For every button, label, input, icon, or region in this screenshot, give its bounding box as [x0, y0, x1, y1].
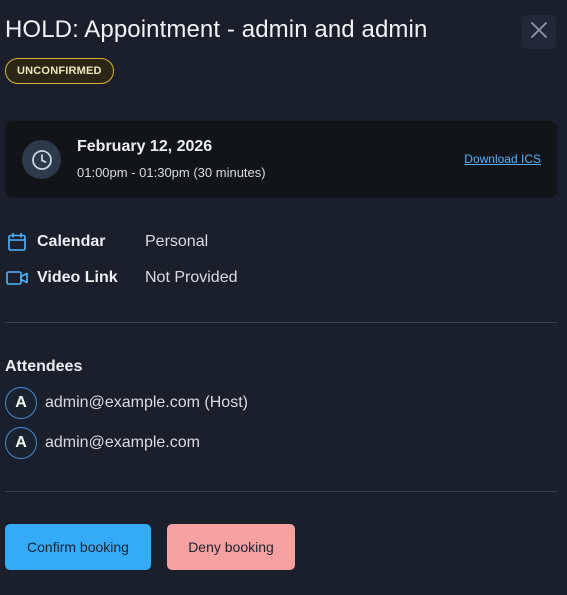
calendar-value: Personal: [145, 233, 209, 250]
appointment-time-range: 01:00pm - 01:30pm (30 minutes): [77, 165, 266, 180]
close-button[interactable]: [522, 15, 556, 49]
calendar-label: Calendar: [37, 233, 106, 250]
video-link-row: Video Link Not Provided: [5, 266, 238, 290]
page-title: HOLD: Appointment - admin and admin: [5, 16, 428, 43]
attendee-item: A admin@example.com (Host): [5, 387, 248, 419]
divider: [5, 322, 557, 323]
appointment-date: February 12, 2026: [77, 138, 213, 155]
appointment-panel: HOLD: Appointment - admin and admin UNCO…: [0, 0, 567, 595]
attendee-item: A admin@example.com: [5, 427, 200, 459]
download-ics-link[interactable]: Download ICS: [464, 152, 541, 166]
status-badge: UNCONFIRMED: [5, 58, 114, 84]
calendar-row: Calendar Personal: [5, 230, 208, 254]
deny-booking-button[interactable]: Deny booking: [167, 524, 295, 570]
attendees-heading: Attendees: [5, 358, 83, 375]
attendee-email: admin@example.com (Host): [45, 394, 248, 411]
attendee-email: admin@example.com: [45, 434, 200, 451]
video-link-label: Video Link: [37, 269, 118, 286]
avatar: A: [5, 387, 37, 419]
clock-icon: [22, 140, 61, 179]
avatar: A: [5, 427, 37, 459]
close-icon: [530, 21, 548, 44]
confirm-booking-button[interactable]: Confirm booking: [5, 524, 151, 570]
calendar-icon: [5, 230, 29, 254]
video-link-value: Not Provided: [145, 269, 238, 286]
divider: [5, 491, 557, 492]
video-camera-icon: [5, 266, 29, 290]
schedule-card: February 12, 2026 01:00pm - 01:30pm (30 …: [5, 121, 557, 198]
